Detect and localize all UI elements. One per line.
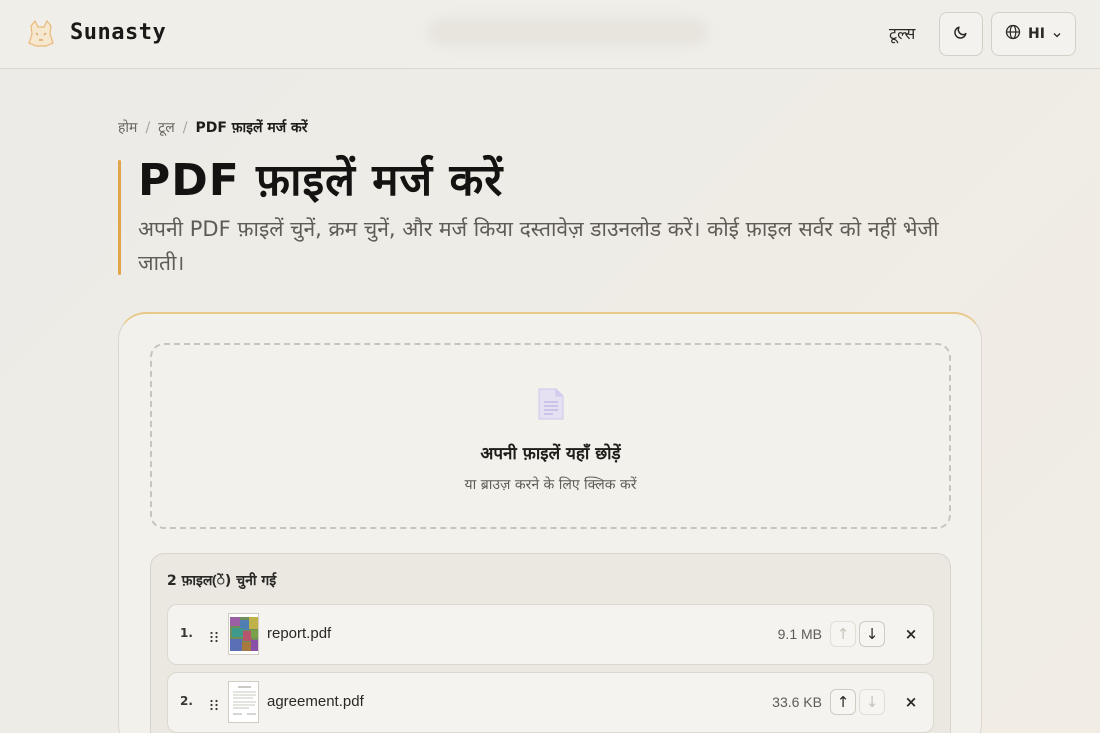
breadcrumb-current: PDF फ़ाइलें मर्ज करें (195, 120, 308, 136)
drag-handle-icon[interactable] (209, 628, 219, 647)
files-count: 2 फ़ाइल(ें) चुनी गई (167, 573, 277, 589)
tools-link[interactable]: टूल्स (889, 22, 915, 44)
page-description: अपनी PDF फ़ाइलें चुनें, क्रम चुनें, और म… (138, 217, 939, 275)
page-title: PDF फ़ाइलें मर्ज करें (138, 155, 504, 206)
header-search-blur (428, 18, 708, 46)
dropzone-title: अपनी फ़ाइलें यहाँ छोड़ें (480, 444, 621, 464)
move-down-button[interactable]: ↓ (859, 621, 885, 647)
dropzone-subtitle: या ब्राउज़ करने के लिए क्लिक करें (464, 477, 637, 493)
file-size: 33.6 KB (772, 694, 822, 710)
move-up-button[interactable]: ↑ (830, 689, 856, 715)
globe-icon (1005, 24, 1021, 44)
breadcrumb-separator: / (182, 119, 188, 136)
language-selector[interactable]: HI (991, 12, 1076, 56)
breadcrumb: होम / टूल / PDF फ़ाइलें मर्ज करें (118, 118, 308, 137)
file-name: report.pdf (267, 625, 332, 642)
file-size: 9.1 MB (777, 626, 822, 642)
remove-file-button[interactable]: × (899, 690, 923, 714)
language-label: HI (1028, 26, 1045, 42)
move-down-button[interactable]: ↓ (859, 689, 885, 715)
file-index: 2. (180, 694, 193, 708)
chevron-down-icon (1052, 25, 1062, 44)
pdf-thumbnail (228, 681, 259, 723)
pdf-thumbnail (228, 613, 259, 655)
breadcrumb-separator: / (145, 119, 151, 136)
file-row[interactable]: 2. agreement.pdf 33.6 KB ↑ ↓ × (167, 672, 934, 733)
title-accent-bar (118, 160, 121, 275)
remove-file-button[interactable]: × (899, 622, 923, 646)
document-icon (538, 388, 564, 424)
move-up-button[interactable]: ↑ (830, 621, 856, 647)
file-name: agreement.pdf (267, 693, 364, 710)
selected-files-panel: 2 फ़ाइल(ें) चुनी गई 1. report.pdf 9.1 MB… (150, 553, 951, 733)
breadcrumb-tools[interactable]: टूल (158, 118, 175, 137)
top-header: Sunasty टूल्स HI (0, 0, 1100, 69)
file-row[interactable]: 1. report.pdf 9.1 MB ↑ ↓ × (167, 604, 934, 665)
fox-logo-icon[interactable] (24, 17, 58, 51)
drag-handle-icon[interactable] (209, 696, 219, 715)
file-dropzone[interactable]: अपनी फ़ाइलें यहाँ छोड़ें या ब्राउज़ करने… (150, 343, 951, 529)
brand-name[interactable]: Sunasty (70, 20, 166, 45)
file-index: 1. (180, 626, 193, 640)
breadcrumb-home[interactable]: होम (118, 118, 137, 137)
theme-toggle-button[interactable] (939, 12, 983, 56)
moon-icon (953, 24, 969, 44)
